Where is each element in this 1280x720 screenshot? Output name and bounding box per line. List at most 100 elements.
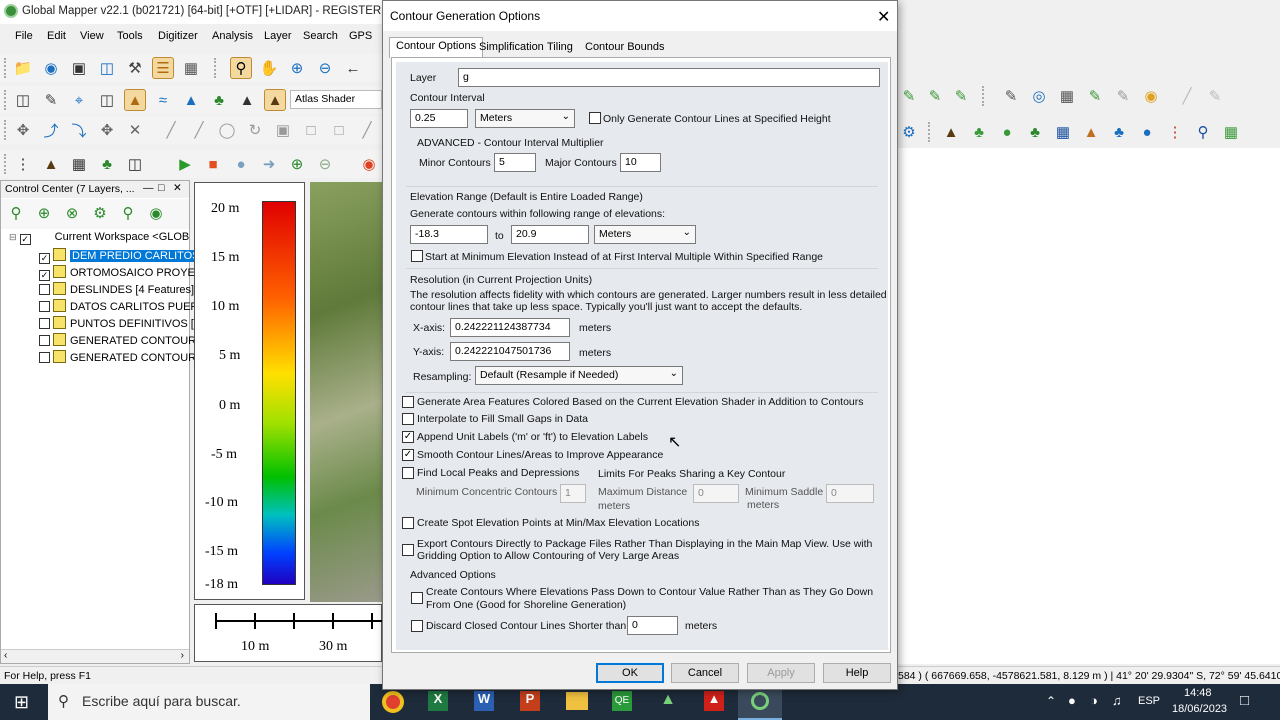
toolbar-grip[interactable]: [214, 58, 217, 78]
shader-select[interactable]: Atlas Shader: [290, 90, 382, 109]
layer-checkbox[interactable]: ✓: [39, 270, 50, 281]
panel-minimize-icon[interactable]: —: [143, 182, 154, 194]
cut-icon[interactable]: ✕: [124, 119, 146, 141]
zoom-layer-icon[interactable]: ⚲: [5, 202, 27, 224]
toolbar-grip[interactable]: [4, 58, 7, 78]
panel-close-icon[interactable]: ✕: [173, 182, 182, 194]
save-icon[interactable]: ▣: [68, 57, 90, 79]
ok-button[interactable]: OK: [596, 663, 664, 683]
zoom-tool-icon[interactable]: ⚲: [230, 57, 252, 79]
edit-tool-icon[interactable]: ✎: [1000, 85, 1022, 107]
layer-row[interactable]: DATOS CARLITOS PUEF: [39, 299, 197, 316]
help-button[interactable]: Help: [823, 663, 891, 683]
windows-start-icon[interactable]: ⊞: [14, 692, 29, 713]
vegetation-icon[interactable]: ♣: [208, 89, 230, 111]
pencil-icon[interactable]: ✎: [1084, 85, 1106, 107]
layer-name-input[interactable]: g: [458, 68, 880, 87]
menu-digitizer[interactable]: Digitizer: [158, 30, 198, 42]
draw-line-icon[interactable]: ╱: [160, 119, 182, 141]
menu-search[interactable]: Search: [303, 30, 338, 42]
map-view[interactable]: [310, 182, 384, 602]
layer-checkbox[interactable]: [39, 284, 50, 295]
classify-icon[interactable]: ♣: [96, 153, 118, 175]
terrain-profile-icon[interactable]: ▲: [40, 153, 62, 175]
layer-row[interactable]: DESLINDES [4 Features]: [39, 282, 194, 299]
water-level-icon[interactable]: ≈: [152, 89, 174, 111]
mountain-icon[interactable]: ▲: [264, 89, 286, 111]
tower-icon[interactable]: ▲: [1080, 121, 1102, 143]
layer-row[interactable]: ✓ DEM PREDIO CARLITOS: [39, 248, 202, 265]
measure-icon[interactable]: □: [300, 119, 322, 141]
disabled-tool-icon[interactable]: ╱: [1176, 85, 1198, 107]
wrench-icon[interactable]: ⚒: [124, 57, 146, 79]
find-peaks-checkbox[interactable]: [402, 467, 414, 479]
open-folder-icon[interactable]: 📁: [12, 57, 34, 79]
interval-units-select[interactable]: Meters ⌄: [475, 109, 575, 128]
palm-icon[interactable]: ♣: [1108, 121, 1130, 143]
rotate-icon[interactable]: ↻: [244, 119, 266, 141]
wifi-icon[interactable]: ◑: [1090, 693, 1098, 708]
pan-hand-icon[interactable]: ✋: [258, 57, 280, 79]
scroll-right-icon[interactable]: ›: [181, 650, 184, 661]
acrobat-icon[interactable]: ▲: [704, 691, 724, 711]
key-icon[interactable]: ⚲: [1192, 121, 1214, 143]
resampling-select[interactable]: Default (Resample if Needed) ⌄: [475, 366, 683, 385]
move-icon[interactable]: ✥: [96, 119, 118, 141]
tree-icon[interactable]: ♣: [1024, 121, 1046, 143]
terrain-icon[interactable]: ▲: [180, 89, 202, 111]
major-contours-input[interactable]: 10: [620, 153, 661, 172]
layer-row[interactable]: ✓ ORTOMOSAICO PROYE: [39, 265, 195, 282]
draw-area-icon[interactable]: ◯: [216, 119, 238, 141]
layer-row[interactable]: GENERATED CONTOUR: [39, 333, 196, 350]
start-min-elevation-checkbox[interactable]: [411, 250, 423, 262]
points-icon[interactable]: ⋮: [1164, 121, 1186, 143]
grid-tool-icon[interactable]: ▦: [1056, 85, 1078, 107]
point-cloud-icon[interactable]: ⋮: [12, 153, 34, 175]
add-layer-icon[interactable]: ⊕: [33, 202, 55, 224]
config-icon[interactable]: ▦: [180, 57, 202, 79]
spot-elevation-checkbox[interactable]: [402, 517, 414, 529]
menu-edit[interactable]: Edit: [47, 30, 66, 42]
tab-contour-options[interactable]: Contour Options: [389, 37, 484, 58]
menu-layer[interactable]: Layer: [264, 30, 292, 42]
language-indicator[interactable]: ESP: [1138, 695, 1160, 707]
toolbar-grip[interactable]: [4, 154, 7, 174]
grid-icon[interactable]: ▦: [68, 153, 90, 175]
interpolate-checkbox[interactable]: [402, 413, 414, 425]
workspace-row[interactable]: ⊟ ✓ Current Workspace <GLOB: [9, 231, 189, 248]
mountain-icon[interactable]: ▲: [940, 121, 962, 143]
scale-icon[interactable]: ▣: [272, 119, 294, 141]
discard-closed-checkbox[interactable]: [411, 620, 423, 632]
building-icon[interactable]: ▦: [1052, 121, 1074, 143]
elevation-max-input[interactable]: 20.9: [511, 225, 589, 244]
qgis-icon[interactable]: QE: [612, 691, 632, 711]
settings-icon[interactable]: ⚙: [898, 121, 920, 143]
layer-checkbox[interactable]: [39, 318, 50, 329]
y-axis-input[interactable]: 0.242221047501736: [450, 342, 570, 361]
menu-gps[interactable]: GPS: [349, 30, 372, 42]
print-icon[interactable]: ◫: [96, 57, 118, 79]
route-icon[interactable]: ➜: [258, 153, 280, 175]
3d-view-icon[interactable]: ◫: [96, 89, 118, 111]
reshape-icon[interactable]: ⤵: [68, 119, 90, 141]
horizontal-scrollbar[interactable]: ‹ ›: [1, 649, 189, 663]
interval-input[interactable]: 0.25: [410, 109, 468, 128]
tree-collapse-icon[interactable]: ⊟: [9, 232, 17, 242]
bush-icon[interactable]: ●: [996, 121, 1018, 143]
clock-time[interactable]: 14:48: [1184, 687, 1212, 699]
max-distance-input[interactable]: 0: [693, 484, 739, 503]
split-view-icon[interactable]: ◫: [12, 89, 34, 111]
min-concentric-input[interactable]: 1: [560, 484, 586, 503]
layer-options-icon[interactable]: ⚙: [89, 202, 111, 224]
smooth-checkbox[interactable]: ✓: [402, 449, 414, 461]
draw-point-icon[interactable]: ╱: [188, 119, 210, 141]
clock-date[interactable]: 18/06/2023: [1172, 703, 1227, 715]
pen-icon[interactable]: ✎: [40, 89, 62, 111]
toolbar-grip[interactable]: [4, 120, 7, 140]
only-specified-height-checkbox[interactable]: [589, 112, 601, 124]
minor-contours-input[interactable]: 5: [494, 153, 536, 172]
toolbar-grip[interactable]: [4, 90, 7, 110]
apply-button[interactable]: Apply: [747, 663, 815, 683]
monitor-icon[interactable]: ◫: [124, 153, 146, 175]
label-icon[interactable]: ◉: [1140, 85, 1162, 107]
